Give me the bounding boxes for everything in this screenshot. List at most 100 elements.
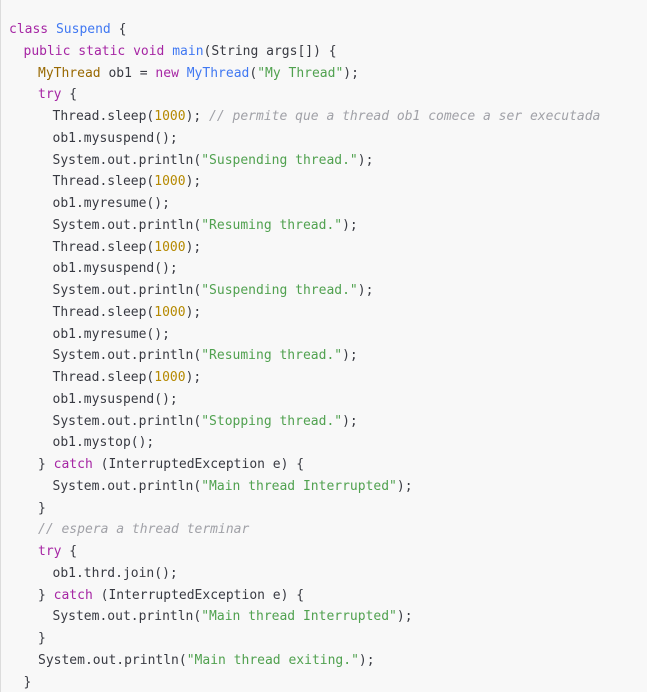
code-token-plain: );	[396, 609, 413, 625]
code-line: ob1.mysuspend();	[1, 128, 647, 150]
code-block[interactable]: class Suspend {public static void main(S…	[0, 0, 647, 692]
code-token-plain: System.out.println(	[52, 217, 202, 233]
code-line: System.out.println("Stopping thread.");	[1, 411, 647, 433]
code-token-plain: ob1.myresume();	[52, 326, 170, 342]
code-token-plain: Thread.sleep(	[52, 370, 155, 385]
code-token-punct: }	[38, 587, 54, 603]
code-line: ob1.myresume();	[1, 324, 647, 346]
code-token-plain: );	[185, 174, 202, 190]
code-token-plain: ob1 =	[100, 65, 156, 81]
code-token-plain: );	[342, 217, 358, 233]
code-token-kw: catch	[53, 587, 93, 603]
code-token-kw: try	[38, 544, 62, 559]
code-line: System.out.println("Resuming thread.");	[1, 215, 647, 237]
code-line: System.out.println("Main thread Interrup…	[1, 476, 647, 498]
code-token-plain: ob1.mysuspend();	[52, 261, 178, 277]
code-line: Thread.sleep(1000);	[1, 302, 647, 324]
code-line: }	[1, 672, 647, 692]
code-token-str: "Suspending thread."	[201, 283, 358, 298]
code-token-str: "Resuming thread."	[201, 348, 343, 364]
code-token-plain: (InterruptedException e) {	[92, 587, 305, 603]
code-line: } catch (InterruptedException e) {	[1, 454, 647, 476]
code-token-punct: }	[38, 631, 46, 646]
code-line: ob1.mystop();	[1, 432, 647, 454]
code-line: MyThread ob1 = new MyThread("My Thread")…	[1, 63, 647, 85]
code-token-num: 1000	[154, 304, 186, 320]
code-line: class Suspend {	[1, 19, 647, 41]
code-token-punct: }	[38, 457, 54, 472]
code-line: Thread.sleep(1000);	[1, 367, 647, 389]
code-token-plain: ob1.thrd.join();	[52, 565, 178, 581]
code-token-plain: ob1.mystop();	[52, 435, 155, 451]
code-token-kw: new	[155, 65, 179, 81]
code-token-plain: );	[185, 239, 202, 255]
code-token-kw: public static void	[23, 43, 165, 59]
code-token-str: "Main thread exiting."	[186, 652, 359, 668]
code-token-punct: {	[61, 87, 78, 103]
code-token-num: 1000	[154, 239, 186, 255]
code-token-plain: );	[342, 413, 358, 429]
code-token-str: "My Thread"	[257, 65, 344, 81]
code-token-cls: MyThread	[186, 65, 250, 81]
code-line: Thread.sleep(1000); // permite que a thr…	[1, 106, 647, 128]
code-token-plain: System.out.println(	[38, 652, 187, 668]
code-line: ob1.myresume();	[1, 193, 647, 215]
code-line: System.out.println("Main thread exiting.…	[1, 650, 647, 672]
code-token-punct: }	[23, 674, 32, 690]
code-token-plain: System.out.println(	[52, 152, 202, 168]
code-token-plain: System.out.println(	[52, 348, 202, 364]
code-line: ob1.thrd.join();	[1, 563, 647, 585]
code-token-plain: Thread.sleep(	[52, 174, 155, 190]
code-token-plain: System.out.println(	[52, 283, 202, 298]
code-token-plain: ob1.mysuspend();	[52, 391, 178, 407]
code-line: try {	[1, 84, 647, 106]
code-token-plain: );	[185, 304, 202, 320]
code-token-plain: (String args[]) {	[203, 43, 337, 59]
code-token-num: 1000	[154, 174, 186, 190]
code-token-plain: );	[358, 652, 375, 668]
code-token-punct: }	[38, 500, 46, 516]
code-line: System.out.println("Main thread Interrup…	[1, 606, 647, 628]
code-line: }	[1, 628, 647, 650]
code-token-punct: {	[61, 544, 78, 559]
code-token-str: "Suspending thread."	[201, 152, 358, 168]
code-token-plain: System.out.println(	[52, 413, 202, 429]
code-token-num: 1000	[154, 370, 186, 385]
code-token-com: // permite que a thread ob1 comece a ser…	[209, 109, 601, 124]
code-token-punct: (	[249, 65, 258, 81]
code-line: ob1.mysuspend();	[1, 258, 647, 280]
code-token-fn: main	[172, 43, 204, 59]
code-line: ob1.mysuspend();	[1, 389, 647, 411]
code-token-kw: class	[9, 22, 49, 37]
code-token-cls: Suspend	[55, 22, 111, 37]
code-token-plain: );	[342, 348, 358, 364]
code-token-plain: System.out.println(	[52, 609, 202, 625]
code-token-kw: catch	[53, 457, 93, 472]
code-listing[interactable]: class Suspend {public static void main(S…	[1, 13, 647, 692]
code-token-plain: Thread.sleep(	[52, 304, 155, 320]
code-token-punct: {	[110, 22, 127, 37]
code-line: System.out.println("Suspending thread.")…	[1, 280, 647, 302]
code-token-plain: );	[185, 370, 202, 385]
code-token-kw: try	[38, 87, 62, 103]
code-token-plain: );	[185, 109, 210, 124]
code-token-plain: ob1.mysuspend();	[52, 130, 178, 146]
code-token-plain: );	[357, 152, 374, 168]
code-token-plain: );	[357, 283, 374, 298]
code-token-plain: System.out.println(	[52, 478, 202, 494]
code-token-str: "Main thread Interrupted"	[201, 478, 397, 494]
code-line: Thread.sleep(1000);	[1, 171, 647, 193]
code-token-com: // espera a thread terminar	[38, 522, 250, 538]
code-token-str: "Main thread Interrupted"	[201, 609, 397, 625]
code-line: Thread.sleep(1000);	[1, 237, 647, 259]
code-line: // espera a thread terminar	[1, 519, 647, 541]
code-token-plain: );	[396, 478, 413, 494]
code-line: } catch (InterruptedException e) {	[1, 585, 647, 607]
code-token-plain: (InterruptedException e) {	[92, 457, 305, 472]
code-line: public static void main(String args[]) {	[1, 41, 647, 63]
code-token-plain: Thread.sleep(	[52, 239, 155, 255]
code-token-num: 1000	[154, 109, 186, 124]
code-token-str: "Stopping thread."	[201, 413, 343, 429]
